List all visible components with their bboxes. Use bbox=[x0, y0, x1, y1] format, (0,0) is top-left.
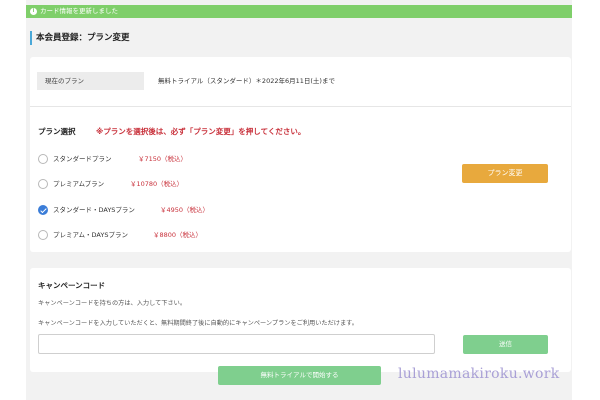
current-plan-label: 現在のプラン bbox=[37, 72, 144, 90]
current-plan-value: 無料トライアル（スタンダード）＊2022年6月11日(土)まで bbox=[158, 77, 335, 85]
alert-message: カード情報を更新しました bbox=[40, 7, 118, 15]
radio-button-checked[interactable] bbox=[38, 205, 48, 215]
radio-button[interactable] bbox=[38, 154, 48, 164]
page-title: 本会員登録：プラン変更 bbox=[30, 31, 130, 45]
plan-option-name: スタンダード・DAYSプラン bbox=[53, 206, 135, 214]
plan-option-name: プレミアムプラン bbox=[53, 180, 105, 188]
send-button[interactable]: 送信 bbox=[463, 335, 548, 354]
current-plan-row: 現在のプラン 無料トライアル（スタンダード）＊2022年6月11日(土)まで bbox=[30, 57, 571, 107]
radio-button[interactable] bbox=[38, 230, 48, 240]
plan-card: 現在のプラン 無料トライアル（スタンダード）＊2022年6月11日(土)まで プ… bbox=[30, 57, 571, 252]
plan-option-price: ￥7150（税込） bbox=[138, 155, 188, 163]
start-free-trial-button[interactable]: 無料トライアルで開始する bbox=[218, 366, 381, 385]
plan-option-price: ￥8800（税込） bbox=[153, 231, 203, 239]
campaign-instruction: キャンペーンコードを持ちの方は、入力して下さい。 bbox=[38, 300, 187, 307]
radio-button[interactable] bbox=[38, 179, 48, 189]
plan-option-name: スタンダードプラン bbox=[53, 155, 112, 163]
plan-select-note: ※プランを選択後は、必ず「プラン変更」を押してください。 bbox=[96, 127, 306, 136]
campaign-card: キャンペーンコード キャンペーンコードを持ちの方は、入力して下さい。 キャンペー… bbox=[30, 268, 571, 372]
info-icon: i bbox=[30, 8, 37, 15]
campaign-heading: キャンペーンコード bbox=[38, 281, 106, 290]
watermark: lulumamakiroku.work bbox=[398, 366, 560, 382]
success-alert: i カード情報を更新しました bbox=[26, 5, 572, 18]
plan-option-price: ￥4950（税込） bbox=[160, 206, 210, 214]
plan-option-price: ￥10780（税込） bbox=[130, 180, 184, 188]
plan-option-name: プレミアム・DAYSプラン bbox=[53, 231, 128, 239]
plan-change-button[interactable]: プラン変更 bbox=[462, 164, 548, 183]
campaign-description: キャンペーンコードを入力していただくと、無料期間終了後に自動的にキャンペーンプラ… bbox=[38, 320, 358, 327]
plan-select-heading: プラン選択 bbox=[38, 127, 76, 136]
campaign-code-input[interactable] bbox=[38, 334, 435, 354]
